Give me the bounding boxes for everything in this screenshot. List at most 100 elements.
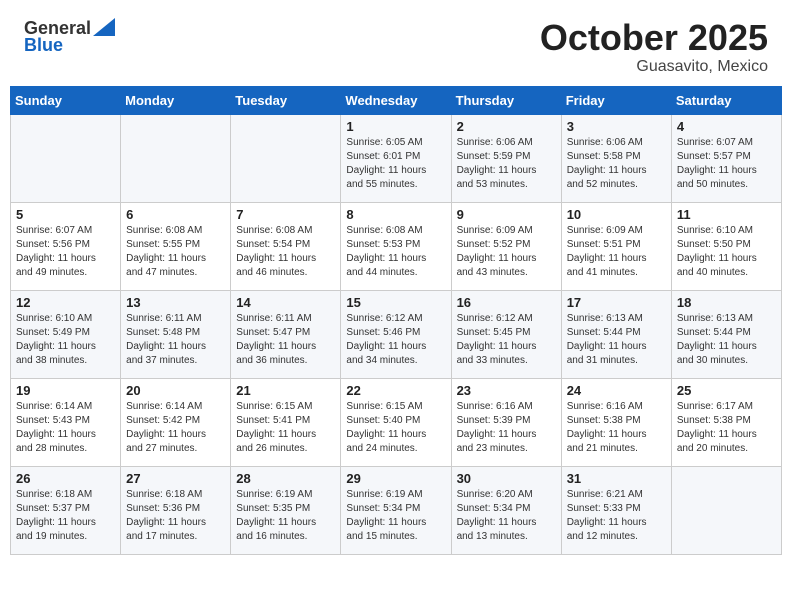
day-number: 2 — [457, 119, 556, 134]
calendar-header: SundayMondayTuesdayWednesdayThursdayFrid… — [11, 86, 782, 114]
day-number: 20 — [126, 383, 225, 398]
weekday-header-friday: Friday — [561, 86, 671, 114]
calendar-cell: 21 Sunrise: 6:15 AM Sunset: 5:41 PM Dayli… — [231, 378, 341, 466]
day-info: Sunrise: 6:10 AM Sunset: 5:50 PM Dayligh… — [677, 224, 776, 280]
day-number: 24 — [567, 383, 666, 398]
logo-icon — [93, 18, 115, 36]
day-number: 1 — [346, 119, 445, 134]
day-number: 6 — [126, 207, 225, 222]
weekday-header-row: SundayMondayTuesdayWednesdayThursdayFrid… — [11, 86, 782, 114]
day-info: Sunrise: 6:06 AM Sunset: 5:58 PM Dayligh… — [567, 136, 666, 192]
day-number: 10 — [567, 207, 666, 222]
calendar-cell: 30 Sunrise: 6:20 AM Sunset: 5:34 PM Dayli… — [451, 466, 561, 554]
calendar-cell: 11 Sunrise: 6:10 AM Sunset: 5:50 PM Dayli… — [671, 202, 781, 290]
calendar-cell: 9Sunrise: 6:09 AM Sunset: 5:52 PM Daylig… — [451, 202, 561, 290]
calendar-week-3: 12 Sunrise: 6:10 AM Sunset: 5:49 PM Dayli… — [11, 290, 782, 378]
calendar-cell: 15 Sunrise: 6:12 AM Sunset: 5:46 PM Dayli… — [341, 290, 451, 378]
logo: General Blue — [24, 18, 115, 56]
location: Guasavito, Mexico — [540, 58, 768, 76]
day-info: Sunrise: 6:11 AM Sunset: 5:48 PM Dayligh… — [126, 312, 225, 368]
calendar-cell: 23 Sunrise: 6:16 AM Sunset: 5:39 PM Dayli… — [451, 378, 561, 466]
page-header: General Blue October 2025 Guasavito, Mex… — [0, 0, 792, 86]
calendar-week-5: 26 Sunrise: 6:18 AM Sunset: 5:37 PM Dayli… — [11, 466, 782, 554]
day-info: Sunrise: 6:16 AM Sunset: 5:38 PM Dayligh… — [567, 400, 666, 456]
day-number: 9 — [457, 207, 556, 222]
day-info: Sunrise: 6:08 AM Sunset: 5:55 PM Dayligh… — [126, 224, 225, 280]
day-info: Sunrise: 6:14 AM Sunset: 5:42 PM Dayligh… — [126, 400, 225, 456]
weekday-header-saturday: Saturday — [671, 86, 781, 114]
day-number: 7 — [236, 207, 335, 222]
day-info: Sunrise: 6:16 AM Sunset: 5:39 PM Dayligh… — [457, 400, 556, 456]
day-info: Sunrise: 6:18 AM Sunset: 5:36 PM Dayligh… — [126, 488, 225, 544]
calendar-cell: 4Sunrise: 6:07 AM Sunset: 5:57 PM Daylig… — [671, 114, 781, 202]
weekday-header-sunday: Sunday — [11, 86, 121, 114]
calendar-cell — [231, 114, 341, 202]
title-block: October 2025 Guasavito, Mexico — [540, 18, 768, 76]
calendar-cell: 3 Sunrise: 6:06 AM Sunset: 5:58 PM Daylig… — [561, 114, 671, 202]
day-info: Sunrise: 6:12 AM Sunset: 5:45 PM Dayligh… — [457, 312, 556, 368]
day-info: Sunrise: 6:11 AM Sunset: 5:47 PM Dayligh… — [236, 312, 335, 368]
day-number: 16 — [457, 295, 556, 310]
day-info: Sunrise: 6:10 AM Sunset: 5:49 PM Dayligh… — [16, 312, 115, 368]
day-number: 15 — [346, 295, 445, 310]
day-number: 31 — [567, 471, 666, 486]
day-number: 14 — [236, 295, 335, 310]
calendar-cell: 25 Sunrise: 6:17 AM Sunset: 5:38 PM Dayli… — [671, 378, 781, 466]
day-number: 3 — [567, 119, 666, 134]
day-info: Sunrise: 6:17 AM Sunset: 5:38 PM Dayligh… — [677, 400, 776, 456]
day-info: Sunrise: 6:20 AM Sunset: 5:34 PM Dayligh… — [457, 488, 556, 544]
weekday-header-tuesday: Tuesday — [231, 86, 341, 114]
day-info: Sunrise: 6:08 AM Sunset: 5:54 PM Dayligh… — [236, 224, 335, 280]
day-info: Sunrise: 6:13 AM Sunset: 5:44 PM Dayligh… — [567, 312, 666, 368]
day-number: 28 — [236, 471, 335, 486]
weekday-header-thursday: Thursday — [451, 86, 561, 114]
day-number: 27 — [126, 471, 225, 486]
calendar-cell: 27 Sunrise: 6:18 AM Sunset: 5:36 PM Dayli… — [121, 466, 231, 554]
day-info: Sunrise: 6:18 AM Sunset: 5:37 PM Dayligh… — [16, 488, 115, 544]
day-info: Sunrise: 6:19 AM Sunset: 5:34 PM Dayligh… — [346, 488, 445, 544]
calendar-cell — [11, 114, 121, 202]
calendar-cell: 26 Sunrise: 6:18 AM Sunset: 5:37 PM Dayli… — [11, 466, 121, 554]
calendar-cell: 14 Sunrise: 6:11 AM Sunset: 5:47 PM Dayli… — [231, 290, 341, 378]
calendar-cell: 6 Sunrise: 6:08 AM Sunset: 5:55 PM Daylig… — [121, 202, 231, 290]
weekday-header-monday: Monday — [121, 86, 231, 114]
calendar-cell: 20 Sunrise: 6:14 AM Sunset: 5:42 PM Dayli… — [121, 378, 231, 466]
day-info: Sunrise: 6:19 AM Sunset: 5:35 PM Dayligh… — [236, 488, 335, 544]
day-info: Sunrise: 6:14 AM Sunset: 5:43 PM Dayligh… — [16, 400, 115, 456]
day-number: 17 — [567, 295, 666, 310]
day-number: 21 — [236, 383, 335, 398]
month-title: October 2025 — [540, 18, 768, 58]
calendar-week-1: 1 Sunrise: 6:05 AM Sunset: 6:01 PM Daylig… — [11, 114, 782, 202]
calendar-cell: 17 Sunrise: 6:13 AM Sunset: 5:44 PM Dayli… — [561, 290, 671, 378]
day-number: 30 — [457, 471, 556, 486]
day-number: 26 — [16, 471, 115, 486]
calendar-cell: 10Sunrise: 6:09 AM Sunset: 5:51 PM Dayli… — [561, 202, 671, 290]
calendar-cell — [671, 466, 781, 554]
day-number: 13 — [126, 295, 225, 310]
day-number: 4 — [677, 119, 776, 134]
calendar-cell: 29 Sunrise: 6:19 AM Sunset: 5:34 PM Dayli… — [341, 466, 451, 554]
calendar-week-4: 19 Sunrise: 6:14 AM Sunset: 5:43 PM Dayli… — [11, 378, 782, 466]
day-info: Sunrise: 6:15 AM Sunset: 5:40 PM Dayligh… — [346, 400, 445, 456]
day-info: Sunrise: 6:13 AM Sunset: 5:44 PM Dayligh… — [677, 312, 776, 368]
day-number: 11 — [677, 207, 776, 222]
calendar-cell: 31Sunrise: 6:21 AM Sunset: 5:33 PM Dayli… — [561, 466, 671, 554]
day-number: 19 — [16, 383, 115, 398]
day-number: 25 — [677, 383, 776, 398]
calendar-cell: 19 Sunrise: 6:14 AM Sunset: 5:43 PM Dayli… — [11, 378, 121, 466]
day-info: Sunrise: 6:05 AM Sunset: 6:01 PM Dayligh… — [346, 136, 445, 192]
calendar-cell: 24 Sunrise: 6:16 AM Sunset: 5:38 PM Dayli… — [561, 378, 671, 466]
calendar-cell — [121, 114, 231, 202]
calendar-week-2: 5Sunrise: 6:07 AM Sunset: 5:56 PM Daylig… — [11, 202, 782, 290]
calendar-cell: 8Sunrise: 6:08 AM Sunset: 5:53 PM Daylig… — [341, 202, 451, 290]
calendar-cell: 18 Sunrise: 6:13 AM Sunset: 5:44 PM Dayli… — [671, 290, 781, 378]
day-info: Sunrise: 6:15 AM Sunset: 5:41 PM Dayligh… — [236, 400, 335, 456]
calendar-cell: 1 Sunrise: 6:05 AM Sunset: 6:01 PM Daylig… — [341, 114, 451, 202]
day-number: 12 — [16, 295, 115, 310]
day-info: Sunrise: 6:12 AM Sunset: 5:46 PM Dayligh… — [346, 312, 445, 368]
day-number: 29 — [346, 471, 445, 486]
day-number: 8 — [346, 207, 445, 222]
calendar-cell: 7 Sunrise: 6:08 AM Sunset: 5:54 PM Daylig… — [231, 202, 341, 290]
day-number: 18 — [677, 295, 776, 310]
day-number: 23 — [457, 383, 556, 398]
